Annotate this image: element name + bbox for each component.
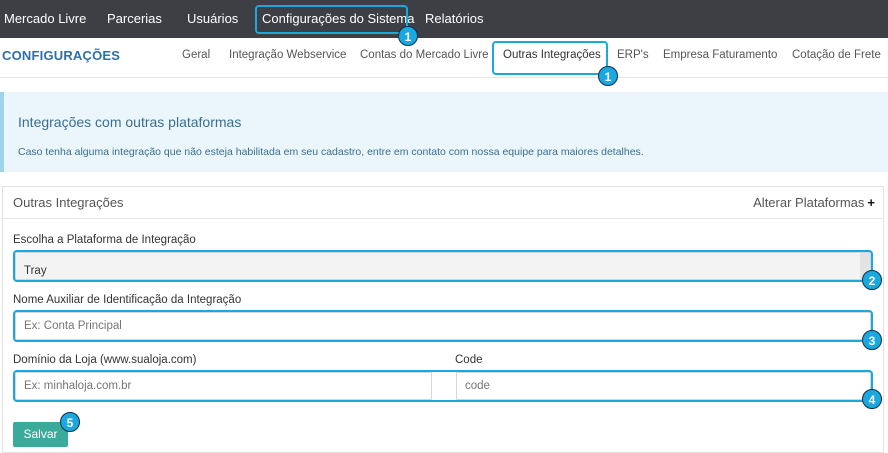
code-label: Code <box>455 354 483 366</box>
platform-label: Escolha a Plataforma de Integração <box>13 234 196 246</box>
panel-title: Outras Integrações <box>13 195 124 210</box>
change-platforms-label: Alterar Plataformas <box>753 195 865 210</box>
name-label: Nome Auxiliar de Identificação da Integr… <box>13 294 242 306</box>
info-box: Integrações com outras plataformas Caso … <box>0 92 888 172</box>
tab-geral[interactable]: Geral <box>182 49 210 61</box>
settings-brand: CONFIGURAÇÕES <box>2 48 121 63</box>
step-badge-2: 2 <box>862 270 882 290</box>
highlight-configuracoes <box>255 5 408 34</box>
plus-icon: + <box>867 195 875 210</box>
step-badge-3: 3 <box>862 330 882 350</box>
change-platforms-link[interactable]: Alterar Plataformas + <box>753 195 875 210</box>
nav-parcerias[interactable]: Parcerias <box>107 0 162 38</box>
highlight-domain-code <box>13 370 873 402</box>
step-badge-4: 4 <box>862 389 882 409</box>
tab-empresa-faturamento[interactable]: Empresa Faturamento <box>663 49 777 61</box>
nav-usuarios[interactable]: Usuários <box>187 0 238 38</box>
tab-erps[interactable]: ERP's <box>617 49 649 61</box>
domain-label: Domínio da Loja (www.sualoja.com) <box>13 354 197 366</box>
settings-subnav: CONFIGURAÇÕES Geral Integração Webservic… <box>0 38 888 78</box>
top-navigation: Mercado Livre Parcerias Usuários Configu… <box>0 0 888 38</box>
panel-header: Outras Integrações Alterar Plataformas + <box>3 187 883 219</box>
nav-mercado-livre[interactable]: Mercado Livre <box>4 0 86 38</box>
highlight-outras-integracoes <box>492 41 608 75</box>
step-badge-1-tab: 1 <box>598 66 618 86</box>
highlight-name <box>13 310 873 342</box>
step-badge-5: 5 <box>60 412 80 432</box>
tab-integracao-webservice[interactable]: Integração Webservice <box>229 49 346 61</box>
info-description: Caso tenha alguma integração que não est… <box>18 146 644 158</box>
highlight-platform <box>13 250 873 282</box>
info-title: Integrações com outras plataformas <box>18 114 242 130</box>
tab-contas-mercado-livre[interactable]: Contas do Mercado Livre <box>360 49 488 61</box>
nav-relatorios[interactable]: Relatórios <box>425 0 484 38</box>
tab-cotacao-frete[interactable]: Cotação de Frete <box>792 49 881 61</box>
